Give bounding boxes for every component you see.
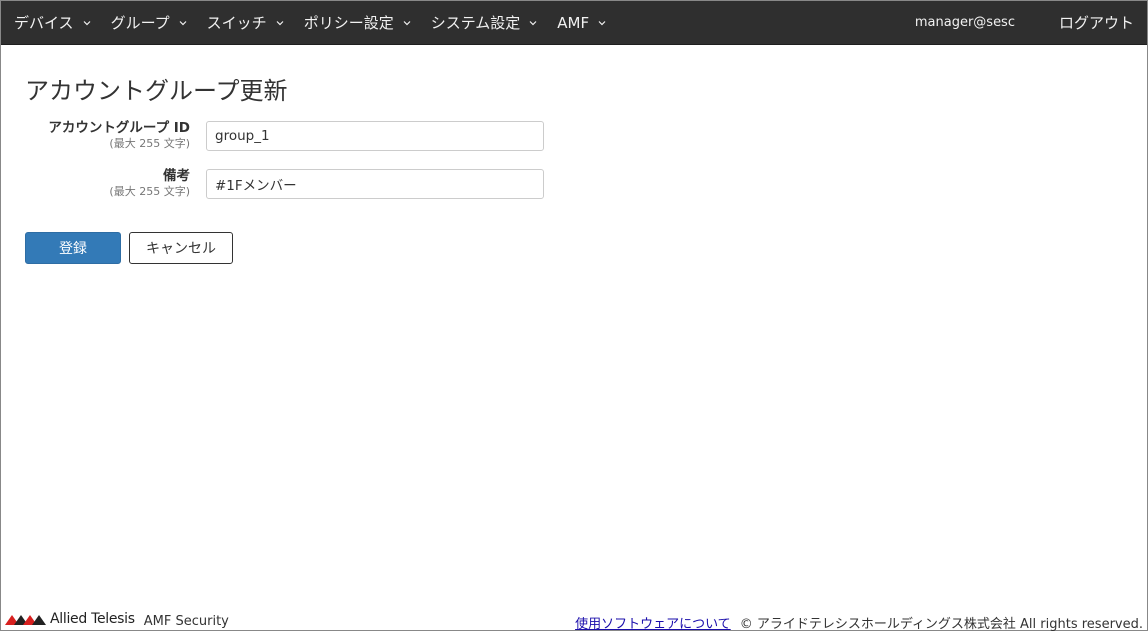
nav-item-policy-settings[interactable]: ポリシー設定 xyxy=(304,12,412,33)
chevron-down-icon xyxy=(179,20,187,25)
nav-item-system-settings[interactable]: システム設定 xyxy=(431,12,539,33)
note-hint: (最大 255 文字) xyxy=(109,185,190,198)
brand-name: Allied Telesis xyxy=(50,611,135,627)
group-id-input[interactable] xyxy=(206,121,544,151)
group-id-label: アカウントグループ ID xyxy=(48,120,190,136)
nav-item-devices[interactable]: デバイス xyxy=(14,12,92,33)
form-row-group-id: アカウントグループ ID (最大 255 文字) xyxy=(1,119,561,159)
current-user: manager@sesc xyxy=(914,15,1015,30)
top-navbar: デバイス グループ スイッチ ポリシー設定 システム設定 AMF manager… xyxy=(1,1,1147,45)
copyright-text: © アライドテレシスホールディングス株式会社 All rights reserv… xyxy=(739,617,1143,632)
field-label-group: アカウントグループ ID (最大 255 文字) xyxy=(48,119,190,151)
product-name: AMF Security xyxy=(143,613,229,629)
chevron-down-icon xyxy=(83,20,90,25)
nav-item-amf[interactable]: AMF xyxy=(557,14,607,32)
footer-right: 使用ソフトウェアについて © アライドテレシスホールディングス株式会社 All … xyxy=(575,613,1143,632)
register-button[interactable]: 登録 xyxy=(25,232,121,264)
nav-item-label: デバイス xyxy=(14,14,74,32)
nav-item-label: スイッチ xyxy=(206,14,267,32)
field-label-group: 備考 (最大 255 文字) xyxy=(109,167,190,199)
logout-link[interactable]: ログアウト xyxy=(1059,12,1134,33)
allied-telesis-logo-icon xyxy=(5,615,46,625)
nav-menu: デバイス グループ スイッチ ポリシー設定 システム設定 AMF xyxy=(1,1,626,45)
note-input[interactable] xyxy=(206,169,544,199)
footer: Allied Telesis AMF Security 使用ソフトウェアについて… xyxy=(1,607,1147,632)
nav-item-label: ポリシー設定 xyxy=(303,14,394,32)
group-id-hint: (最大 255 文字) xyxy=(109,137,190,150)
nav-item-groups[interactable]: グループ xyxy=(111,12,188,33)
software-info-link[interactable]: 使用ソフトウェアについて xyxy=(575,613,731,632)
chevron-down-icon xyxy=(529,20,537,25)
chevron-down-icon xyxy=(598,20,606,25)
form-row-note: 備考 (最大 255 文字) xyxy=(1,167,561,207)
cancel-button[interactable]: キャンセル xyxy=(129,232,233,264)
nav-item-label: システム設定 xyxy=(430,14,521,32)
chevron-down-icon xyxy=(276,20,284,25)
nav-item-switches[interactable]: スイッチ xyxy=(207,12,285,33)
app-window: デバイス グループ スイッチ ポリシー設定 システム設定 AMF manager… xyxy=(0,0,1148,632)
page-title: アカウントグループ更新 xyxy=(25,77,288,105)
brand: Allied Telesis AMF Security xyxy=(5,611,229,629)
chevron-down-icon xyxy=(403,20,411,25)
note-label: 備考 xyxy=(163,168,190,184)
nav-right: manager@sesc ログアウト xyxy=(915,1,1147,45)
nav-item-label: グループ xyxy=(110,14,170,32)
nav-item-label: AMF xyxy=(557,13,590,32)
